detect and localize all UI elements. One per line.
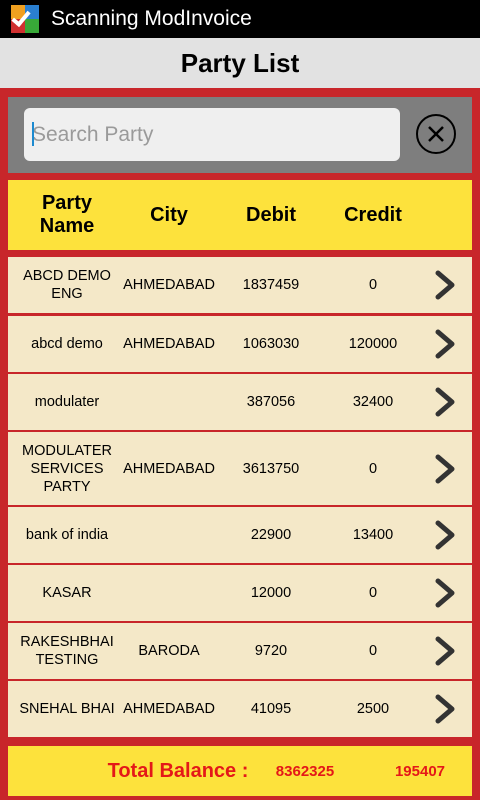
chevron-right-icon[interactable] <box>432 520 458 550</box>
table-row[interactable]: ABCD DEMO ENG AHMEDABAD 1837459 0 <box>8 257 472 313</box>
table-row[interactable]: RAKESHBHAI TESTING BARODA 9720 0 <box>8 623 472 679</box>
party-credit: 0 <box>368 277 378 293</box>
app-title: Scanning ModInvoice <box>51 7 252 30</box>
page-title: Party List <box>180 47 300 78</box>
total-balance-label: Total Balance : <box>107 759 249 782</box>
table-row[interactable]: MODULATER SERVICES PARTY AHMEDABAD 3613750… <box>8 432 472 505</box>
party-credit: 120000 <box>348 336 398 352</box>
chevron-right-icon[interactable] <box>432 694 458 724</box>
party-debit: 9720 <box>254 643 288 659</box>
party-debit: 1063030 <box>242 336 300 352</box>
close-circle-icon[interactable] <box>416 114 456 154</box>
column-header-debit: Debit <box>246 203 296 226</box>
party-city: BARODA <box>138 643 200 659</box>
party-city <box>120 565 218 621</box>
column-header-credit: Credit <box>344 203 402 226</box>
search-panel <box>8 97 472 173</box>
party-city: AHMEDABAD <box>123 460 215 477</box>
party-debit: 387056 <box>246 394 296 410</box>
search-input[interactable] <box>24 108 400 161</box>
chevron-right-icon[interactable] <box>432 270 458 300</box>
party-city <box>120 374 218 430</box>
table-row[interactable]: modulater 387056 32400 <box>8 374 472 430</box>
party-credit: 0 <box>368 643 378 659</box>
party-city: AHMEDABAD <box>123 336 215 352</box>
party-debit: 12000 <box>250 585 292 601</box>
party-name: bank of india <box>25 527 109 543</box>
party-name: ABCD DEMO ENG <box>23 268 111 302</box>
column-header-city: City <box>150 203 188 226</box>
chevron-right-icon[interactable] <box>432 636 458 666</box>
table-header: Party Name City Debit Credit <box>8 180 472 250</box>
text-cursor <box>32 122 34 146</box>
chevron-right-icon[interactable] <box>432 454 458 484</box>
table-row[interactable]: abcd demo AHMEDABAD 1063030 120000 <box>8 316 472 372</box>
app-logo-icon <box>11 5 39 33</box>
page-header: Party List <box>0 38 480 88</box>
chevron-right-icon[interactable] <box>432 387 458 417</box>
column-header-party-name: Party Name <box>39 192 95 237</box>
table-row[interactable]: KASAR 12000 0 <box>8 565 472 621</box>
party-credit: 0 <box>368 585 378 601</box>
party-city <box>120 507 218 563</box>
total-credit: 195407 <box>394 762 446 780</box>
party-debit: 41095 <box>250 701 292 717</box>
party-debit: 1837459 <box>242 277 300 293</box>
chevron-right-icon[interactable] <box>432 578 458 608</box>
total-balance-bar: Total Balance : 8362325 195407 <box>8 746 472 796</box>
party-name: RAKESHBHAI TESTING <box>20 634 114 668</box>
party-debit: 3613750 <box>242 460 300 477</box>
table-row[interactable]: bank of india 22900 13400 <box>8 507 472 563</box>
party-name: modulater <box>34 394 100 410</box>
party-name: abcd demo <box>31 336 103 352</box>
party-name: KASAR <box>42 585 92 601</box>
party-credit: 0 <box>368 460 378 477</box>
chevron-right-icon[interactable] <box>432 329 458 359</box>
party-debit: 22900 <box>250 527 292 543</box>
party-credit: 2500 <box>356 701 390 717</box>
table-row[interactable]: SNEHAL BHAI AHMEDABAD 41095 2500 <box>8 681 472 737</box>
party-name: SNEHAL BHAI <box>19 701 115 717</box>
party-city: AHMEDABAD <box>123 701 215 717</box>
app-title-bar: Scanning ModInvoice <box>0 0 480 38</box>
party-credit: 32400 <box>352 394 394 410</box>
party-credit: 13400 <box>352 527 394 543</box>
total-debit: 8362325 <box>275 762 335 780</box>
party-city: AHMEDABAD <box>123 277 215 293</box>
party-name: MODULATER SERVICES PARTY <box>22 442 112 495</box>
